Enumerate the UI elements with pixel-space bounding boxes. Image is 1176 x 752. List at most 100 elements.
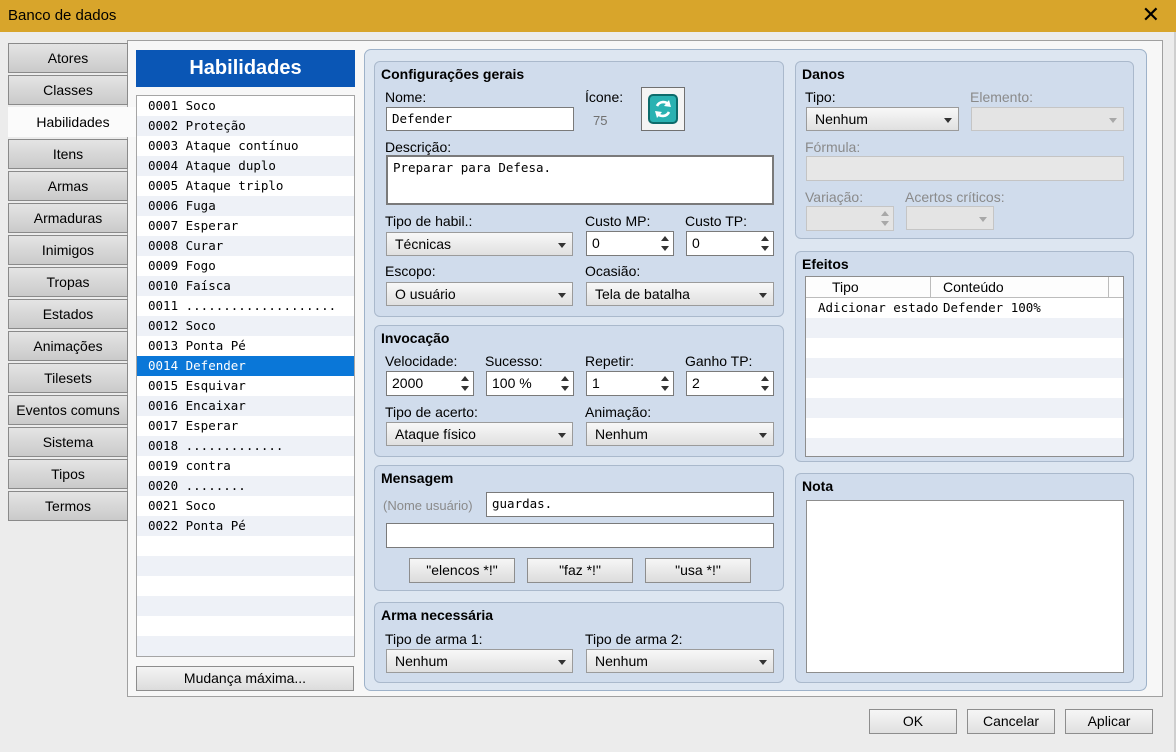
list-item[interactable]: 0016 Encaixar <box>137 396 354 416</box>
tab-sistema[interactable]: Sistema <box>8 427 128 457</box>
table-row-empty[interactable] <box>806 398 1123 418</box>
weapon-type1-select[interactable]: Nenhum <box>386 649 573 673</box>
list-item[interactable]: 0013 Ponta Pé <box>137 336 354 356</box>
list-item[interactable]: 0021 Soco <box>137 496 354 516</box>
table-row-empty[interactable] <box>806 358 1123 378</box>
formula-field[interactable] <box>806 156 1124 181</box>
tab-itens[interactable]: Itens <box>8 139 128 169</box>
damage-type-select[interactable]: Nenhum <box>806 107 959 131</box>
mp-cost-stepper[interactable]: 0 <box>586 231 674 256</box>
ok-button[interactable]: OK <box>869 709 957 734</box>
list-item[interactable]: 0003 Ataque contínuo <box>137 136 354 156</box>
weapon-type1-value: Nenhum <box>395 653 448 669</box>
tp-gain-stepper[interactable]: 2 <box>686 371 774 396</box>
weapon-type2-select[interactable]: Nenhum <box>586 649 774 673</box>
success-stepper[interactable]: 100 % <box>486 371 574 396</box>
repeat-stepper[interactable]: 1 <box>586 371 674 396</box>
spin-arrows-icon[interactable] <box>760 234 770 253</box>
spin-arrows-icon[interactable] <box>560 374 570 393</box>
table-row-empty[interactable] <box>806 438 1123 456</box>
tp-cost-stepper[interactable]: 0 <box>686 231 774 256</box>
list-item[interactable]: 0007 Esperar <box>137 216 354 236</box>
message-preset-faz-button[interactable]: "faz *!" <box>527 558 633 583</box>
message-preset-elencos-button[interactable]: "elencos *!" <box>409 558 515 583</box>
title-bar: Banco de dados ✕ <box>0 0 1176 32</box>
skill-type-select[interactable]: Técnicas <box>386 232 573 256</box>
skill-icon-picker[interactable] <box>641 87 685 131</box>
max-change-button[interactable]: Mudança máxima... <box>136 666 354 691</box>
spin-arrows-icon[interactable] <box>460 374 470 393</box>
list-item[interactable]: 0019 contra <box>137 456 354 476</box>
list-item[interactable]: 0022 Ponta Pé <box>137 516 354 536</box>
list-item[interactable]: 0008 Curar <box>137 236 354 256</box>
note-field[interactable] <box>806 500 1124 673</box>
spin-arrows-icon[interactable] <box>660 234 670 253</box>
repeat-label: Repetir: <box>585 353 635 369</box>
cancel-button[interactable]: Cancelar <box>967 709 1055 734</box>
tp-cost-label: Custo TP: <box>685 213 747 229</box>
tab-classes[interactable]: Classes <box>8 75 128 105</box>
tab-tropas[interactable]: Tropas <box>8 267 128 297</box>
tab-tilesets[interactable]: Tilesets <box>8 363 128 393</box>
speed-stepper[interactable]: 2000 <box>386 371 474 396</box>
critical-select[interactable] <box>906 206 994 230</box>
apply-button[interactable]: Aplicar <box>1065 709 1153 734</box>
tab-inimigos[interactable]: Inimigos <box>8 235 128 265</box>
occasion-select[interactable]: Tela de batalha <box>586 282 774 306</box>
table-row-empty[interactable] <box>806 318 1123 338</box>
list-item[interactable]: 0011 .................... <box>137 296 354 316</box>
scope-select[interactable]: O usuário <box>386 282 573 306</box>
tab-tipos[interactable]: Tipos <box>8 459 128 489</box>
tab-termos[interactable]: Termos <box>8 491 128 521</box>
tp-gain-value: 2 <box>692 375 700 391</box>
message-line2-field[interactable] <box>386 523 774 548</box>
table-row[interactable]: Adicionar estado Defender 100% <box>806 298 1123 318</box>
list-item[interactable]: 0017 Esperar <box>137 416 354 436</box>
list-item[interactable]: 0002 Proteção <box>137 116 354 136</box>
table-row-empty[interactable] <box>806 338 1123 358</box>
variance-stepper[interactable] <box>806 206 894 231</box>
list-item[interactable]: 0006 Fuga <box>137 196 354 216</box>
list-item[interactable]: 0005 Ataque triplo <box>137 176 354 196</box>
message-line1-field[interactable]: guardas. <box>486 492 774 517</box>
tab-armaduras[interactable]: Armaduras <box>8 203 128 233</box>
tab-animacoes[interactable]: Animações <box>8 331 128 361</box>
tab-habilidades[interactable]: Habilidades <box>8 107 138 137</box>
list-item[interactable]: 0004 Ataque duplo <box>137 156 354 176</box>
tab-estados[interactable]: Estados <box>8 299 128 329</box>
list-item[interactable]: 0015 Esquivar <box>137 376 354 396</box>
chevron-down-icon <box>759 433 767 438</box>
tab-eventos-comuns[interactable]: Eventos comuns <box>8 395 128 425</box>
message-preset-usa-button[interactable]: "usa *!" <box>645 558 751 583</box>
name-field[interactable]: Defender <box>386 107 574 131</box>
spin-arrows-icon[interactable] <box>660 374 670 393</box>
list-item[interactable]: 0020 ........ <box>137 476 354 496</box>
effects-col-type[interactable]: Tipo <box>806 277 931 297</box>
chevron-down-icon <box>558 660 566 665</box>
skills-list[interactable]: 0001 Soco 0002 Proteção 0003 Ataque cont… <box>136 95 355 657</box>
hit-type-select[interactable]: Ataque físico <box>386 422 573 446</box>
list-item-selected[interactable]: 0014 Defender <box>137 356 354 376</box>
description-field[interactable]: Preparar para Defesa. <box>386 155 774 205</box>
required-weapon-title: Arma necessária <box>381 607 494 623</box>
list-item[interactable]: 0018 ............. <box>137 436 354 456</box>
effect-content-cell: Defender 100% <box>943 300 1041 315</box>
table-row-empty[interactable] <box>806 378 1123 398</box>
table-row-empty[interactable] <box>806 418 1123 438</box>
list-item[interactable]: 0012 Soco <box>137 316 354 336</box>
list-item[interactable]: 0001 Soco <box>137 96 354 116</box>
database-tabs: Atores Classes Habilidades Itens Armas A… <box>8 43 138 523</box>
effects-table[interactable]: Tipo Conteúdo Adicionar estado Defender … <box>805 276 1124 457</box>
effects-col-content[interactable]: Conteúdo <box>931 277 1109 297</box>
spin-arrows-icon[interactable] <box>760 374 770 393</box>
list-empty-row <box>137 576 354 596</box>
spin-arrows-icon[interactable] <box>880 209 890 228</box>
list-item[interactable]: 0010 Faísca <box>137 276 354 296</box>
close-icon[interactable]: ✕ <box>1142 2 1160 28</box>
skill-type-label: Tipo de habil.: <box>385 213 473 229</box>
list-item[interactable]: 0009 Fogo <box>137 256 354 276</box>
element-select[interactable] <box>971 107 1124 131</box>
tab-atores[interactable]: Atores <box>8 43 128 73</box>
tab-armas[interactable]: Armas <box>8 171 128 201</box>
animation-select[interactable]: Nenhum <box>586 422 774 446</box>
